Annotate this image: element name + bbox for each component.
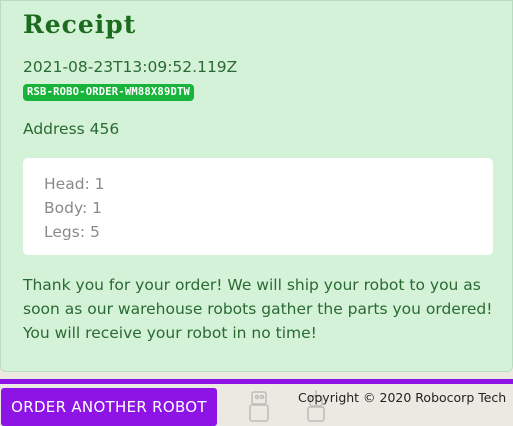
order-another-robot-button[interactable]: ORDER ANOTHER ROBOT: [1, 388, 217, 426]
part-body: Body: 1: [44, 199, 103, 217]
parts-list: Head: 1 Body: 1 Legs: 5: [23, 158, 493, 255]
order-id-badge: RSB-ROBO-ORDER-WM88X89DTW: [23, 84, 195, 101]
order-timestamp: 2021-08-23T13:09:52.119Z: [23, 58, 238, 76]
thank-you-message: Thank you for your order! We will ship y…: [23, 276, 493, 342]
copyright-text: Copyright © 2020 Robocorp Tech: [298, 390, 507, 405]
receipt-card: Receipt 2021-08-23T13:09:52.119Z RSB-ROB…: [0, 0, 513, 372]
part-head: Head: 1: [44, 175, 105, 193]
footer-stripe: [0, 379, 513, 384]
part-legs: Legs: 5: [44, 223, 100, 241]
receipt-title: Receipt: [23, 10, 137, 39]
shipping-address: Address 456: [23, 120, 120, 138]
